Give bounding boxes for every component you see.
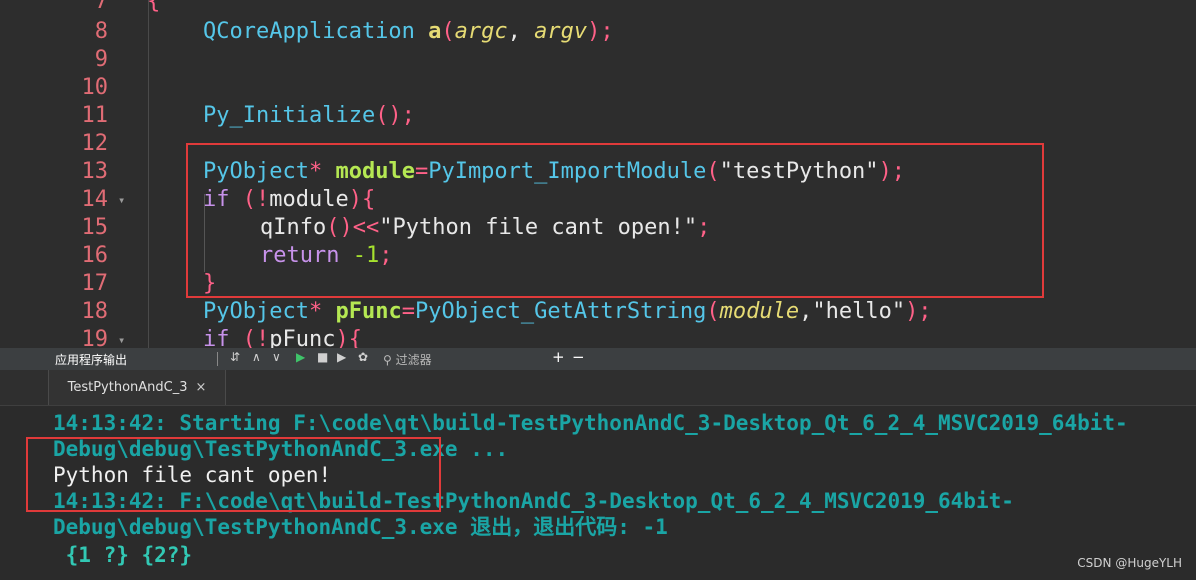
debug-run-icon[interactable]: ▶ <box>337 350 346 364</box>
line-number: 19 <box>81 327 109 348</box>
line-number: 7 <box>94 0 108 14</box>
toolbar-separator <box>217 352 218 366</box>
code-editor[interactable]: 7 { 8 QCoreApplication a(argc, argv); 9 … <box>0 0 1196 348</box>
line-number: 15 <box>81 215 109 240</box>
output-text-area[interactable]: 14:13:42: Starting F:\code\qt\build-Test… <box>0 406 1196 580</box>
code-text: QCoreApplication a(argc, argv); <box>203 19 614 44</box>
line-number: 11 <box>81 103 109 128</box>
tab-testpythonandc3[interactable]: TestPythonAndC_3 × <box>48 370 226 405</box>
line-number: 8 <box>94 19 108 44</box>
zoom-in-button[interactable]: + <box>552 348 565 366</box>
output-tab-bar: TestPythonAndC_3 × <box>0 370 1196 406</box>
filter-input[interactable]: ⚲ 过滤器 <box>383 351 432 368</box>
output-pane-title: 应用程序输出 <box>55 353 128 367</box>
tab-label: TestPythonAndC_3 <box>67 380 188 395</box>
code-line-11[interactable]: 11 Py_Initialize(); <box>0 102 1196 130</box>
close-icon[interactable]: × <box>196 380 207 395</box>
line-number: 13 <box>81 159 109 184</box>
highlight-box-output <box>26 437 441 512</box>
zoom-out-button[interactable]: − <box>572 348 585 366</box>
stop-icon[interactable]: ■ <box>317 350 328 364</box>
code-line-19[interactable]: 19 ▾ if (!pFunc){ <box>0 326 1196 348</box>
output-line: Debug\debug\TestPythonAndC_3.exe 退出，退出代码… <box>53 515 668 539</box>
fold-arrow-icon[interactable]: ▾ <box>118 186 125 214</box>
line-number: 12 <box>81 131 109 156</box>
line-number: 14 <box>81 187 109 212</box>
chevron-down-icon[interactable]: ∨ <box>272 350 281 364</box>
code-text: { <box>147 0 161 14</box>
attach-icon[interactable]: ⇵ <box>230 350 240 364</box>
watermark: CSDN @HugeYLH <box>1077 556 1182 570</box>
code-text: if (!pFunc){ <box>203 327 362 348</box>
search-icon: ⚲ <box>383 353 392 367</box>
line-number: 10 <box>81 75 109 100</box>
code-line-9[interactable]: 9 <box>0 46 1196 74</box>
run-icon[interactable]: ▶ <box>296 350 305 364</box>
code-text: Py_Initialize(); <box>203 103 415 128</box>
chevron-up-icon[interactable]: ∧ <box>252 350 261 364</box>
code-line-18[interactable]: 18 PyObject* pFunc=PyObject_GetAttrStrin… <box>0 298 1196 326</box>
line-number: 16 <box>81 243 109 268</box>
line-number: 17 <box>81 271 109 296</box>
output-toolbar: 应用程序输出 ⇵ ∧ ∨ ▶ ■ ▶ ✿ ⚲ 过滤器 + − <box>0 348 1196 370</box>
highlight-box-code <box>186 143 1044 298</box>
code-line-10[interactable]: 10 <box>0 74 1196 102</box>
gear-icon[interactable]: ✿ <box>358 350 368 364</box>
fold-arrow-icon[interactable]: ▾ <box>118 326 125 348</box>
line-number: 18 <box>81 299 109 324</box>
code-line-8[interactable]: 8 QCoreApplication a(argc, argv); <box>0 18 1196 46</box>
output-line: 14:13:42: Starting F:\code\qt\build-Test… <box>53 411 1128 435</box>
code-line-7[interactable]: 7 { <box>0 0 1196 16</box>
output-line: {1 ?} {2?} <box>53 543 193 567</box>
line-number: 9 <box>94 47 108 72</box>
code-text: PyObject* pFunc=PyObject_GetAttrString(m… <box>203 299 932 324</box>
